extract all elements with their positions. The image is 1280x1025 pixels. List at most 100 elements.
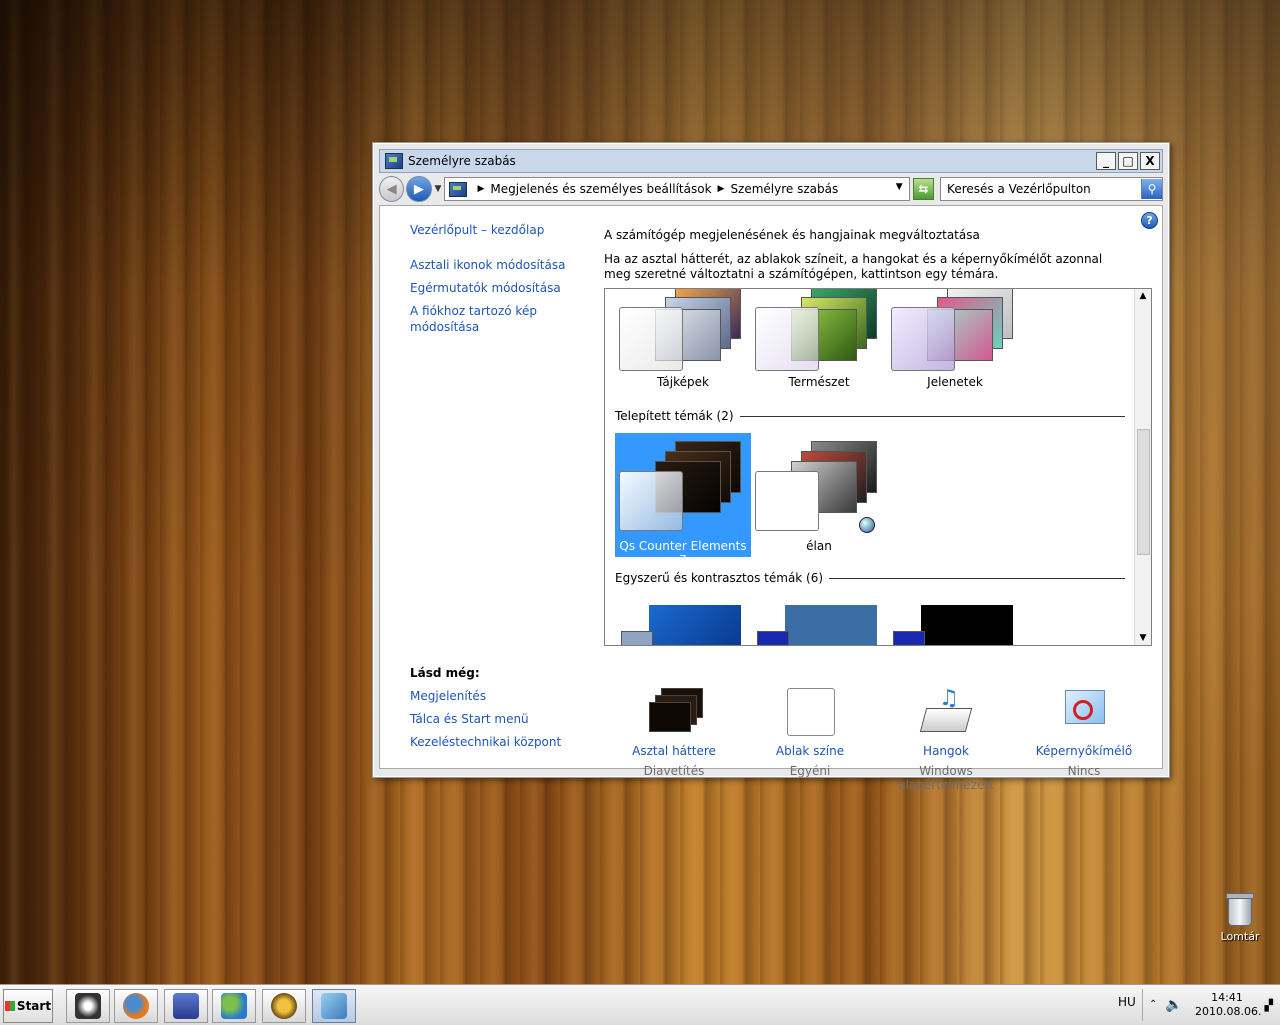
windows-flag-icon — [4, 1001, 15, 1011]
see-also-title: Lásd még: — [410, 666, 480, 680]
theme-label: élan — [806, 539, 832, 553]
taskbar-alien-app[interactable] — [66, 989, 110, 1023]
taskbar-messenger[interactable] — [212, 989, 256, 1023]
theme-label: Tájképek — [657, 375, 709, 389]
notification-area: ⌃ 🔈 14:41 2010.08.06. ▞ — [1142, 989, 1277, 1021]
taskbar-disk-app[interactable] — [164, 989, 208, 1023]
clock[interactable]: 14:41 2010.08.06. — [1195, 991, 1262, 1019]
sidebar-link-account-picture[interactable]: A fiókhoz tartozó kép módosítása — [410, 303, 540, 335]
recycle-bin[interactable]: Lomtár — [1214, 893, 1266, 943]
sidebar-link-mouse-pointers[interactable]: Egérmutatók módosítása — [410, 280, 580, 296]
recycle-bin-icon — [1226, 893, 1254, 926]
breadcrumb-appearance[interactable]: Megjelenés és személyes beállítások — [490, 182, 711, 196]
online-theme-icon — [859, 517, 875, 533]
screensaver-value: Nincs — [1067, 764, 1101, 778]
show-hidden-icons-icon[interactable]: ⌃ — [1149, 999, 1157, 1010]
page-description: Ha az asztal hátterét, az ablakok színei… — [604, 252, 1103, 281]
theme-landscapes[interactable]: Tájképek — [615, 289, 751, 411]
address-bar[interactable]: ▶ Megjelenés és személyes beállítások ▶ … — [444, 177, 910, 201]
minimize-button[interactable]: _ — [1096, 152, 1116, 170]
installed-themes-group: Telepített témák (2) — [615, 409, 1125, 423]
sounds-setting[interactable]: ♫ Hangok Windows alapértelmezett — [876, 686, 1016, 792]
language-indicator[interactable]: HU — [1118, 995, 1136, 1009]
desktop-background-icon — [649, 688, 703, 736]
back-button[interactable]: ◀ — [379, 176, 405, 202]
theme-windows-classic[interactable] — [757, 605, 877, 645]
theme-high-contrast[interactable] — [893, 605, 1013, 645]
scroll-thumb[interactable] — [1137, 429, 1150, 555]
content-area: ? Vezérlőpult – kezdőlap Asztali ikonok … — [379, 205, 1163, 792]
volume-icon[interactable]: 🔈 — [1165, 997, 1182, 1013]
theme-color-swatch — [755, 307, 819, 371]
window-color-link[interactable]: Ablak színe — [740, 744, 880, 758]
group-title: Egyszerű és kontrasztos témák (6) — [615, 571, 824, 585]
breadcrumb-arrow-icon[interactable]: ▶ — [477, 184, 484, 194]
desktop-background-value: Diavetítés — [643, 764, 705, 778]
maximize-button[interactable]: □ — [1118, 152, 1138, 170]
personalization-window: Személyre szabás _ □ X ◀ ▶ ▼ ▶ Megjelené… — [372, 142, 1170, 792]
start-label: Start — [16, 999, 52, 1013]
theme-label: Jelenetek — [927, 375, 983, 389]
show-desktop-icon[interactable]: ▞ — [1265, 999, 1273, 1012]
taskbar-control-panel[interactable] — [312, 989, 356, 1023]
refresh-button[interactable]: ⇆ — [912, 178, 935, 200]
taskbar: Start HU ⌃ 🔈 14:41 2010.08.06. ▞ — [0, 984, 1280, 1025]
theme-nature[interactable]: Természet — [751, 289, 887, 411]
theme-qs-counter-elements-7[interactable]: Qs Counter Elements 7 — [615, 433, 751, 567]
window-color-setting[interactable]: Ablak színe Egyéni — [740, 688, 880, 778]
sounds-link[interactable]: Hangok — [876, 744, 1016, 758]
help-icon[interactable]: ? — [1141, 212, 1158, 229]
forward-button[interactable]: ▶ — [406, 176, 432, 202]
page-heading: A számítógép megjelenésének és hangjaina… — [604, 228, 980, 242]
desktop-background-setting[interactable]: Asztal háttere Diavetítés — [604, 688, 744, 778]
theme-scenes[interactable]: Jelenetek — [887, 289, 1023, 411]
sidebar-link-desktop-icons[interactable]: Asztali ikonok módosítása — [410, 257, 580, 273]
theme-color-swatch — [619, 307, 683, 371]
control-panel-icon — [449, 181, 468, 197]
see-also-ease-of-access[interactable]: Kezeléstechnikai központ — [410, 734, 590, 750]
group-divider — [739, 415, 1125, 417]
sounds-icon: ♫ — [919, 686, 973, 736]
taskbar-wow[interactable] — [262, 989, 306, 1023]
title-bar[interactable]: Személyre szabás _ □ X — [379, 149, 1163, 173]
breadcrumb-personalization[interactable]: Személyre szabás — [730, 182, 838, 196]
sidebar: Vezérlőpult – kezdőlap Asztali ikonok mó… — [410, 222, 580, 335]
recycle-bin-label: Lomtár — [1220, 930, 1260, 943]
breadcrumb-arrow-icon[interactable]: ▶ — [718, 184, 725, 194]
screensaver-icon — [1059, 688, 1109, 736]
theme-list: Tájképek Természet Jelenetek Telepített … — [604, 288, 1152, 646]
screensaver-link[interactable]: Képernyőkímélő — [1014, 744, 1154, 758]
search-box[interactable]: Keresés a Vezérlőpulton ⚲ — [940, 177, 1163, 201]
theme-label: Qs Counter Elements 7 — [619, 539, 747, 567]
window-color-icon — [785, 688, 835, 736]
search-icon[interactable]: ⚲ — [1141, 179, 1162, 199]
sounds-value: Windows alapértelmezett — [898, 764, 994, 792]
search-input[interactable]: Keresés a Vezérlőpulton — [941, 182, 1141, 196]
group-title: Telepített témák (2) — [615, 409, 734, 423]
screensaver-setting[interactable]: Képernyőkímélő Nincs — [1014, 688, 1154, 778]
close-button[interactable]: X — [1140, 152, 1160, 170]
see-also-section: Lásd még: Megjelenítés Tálca és Start me… — [410, 666, 590, 750]
firefox-icon — [123, 993, 149, 1019]
start-button[interactable]: Start — [3, 989, 53, 1023]
theme-color-swatch — [891, 307, 955, 371]
floppy-icon — [173, 993, 199, 1019]
scroll-up-icon[interactable]: ▲ — [1135, 289, 1151, 303]
desktop-background-link[interactable]: Asztal háttere — [604, 744, 744, 758]
control-panel-icon — [321, 993, 347, 1019]
recent-pages-dropdown[interactable]: ▼ — [435, 184, 442, 194]
see-also-taskbar[interactable]: Tálca és Start menü — [410, 711, 590, 727]
theme-elan[interactable]: élan — [751, 433, 887, 557]
sidebar-link-home[interactable]: Vezérlőpult – kezdőlap — [410, 222, 580, 238]
taskbar-firefox[interactable] — [114, 989, 158, 1023]
control-panel-icon — [385, 153, 403, 169]
theme-windows-7-basic[interactable] — [621, 605, 741, 645]
scroll-down-icon[interactable]: ▼ — [1135, 631, 1151, 645]
wow-icon — [271, 993, 297, 1019]
theme-list-scrollbar[interactable]: ▲ ▼ — [1134, 289, 1151, 645]
clock-date: 2010.08.06. — [1195, 1005, 1262, 1018]
see-also-display[interactable]: Megjelenítés — [410, 688, 590, 704]
theme-color-swatch — [619, 471, 683, 531]
address-dropdown-icon[interactable]: ▼ — [896, 182, 903, 192]
messenger-icon — [221, 993, 247, 1019]
